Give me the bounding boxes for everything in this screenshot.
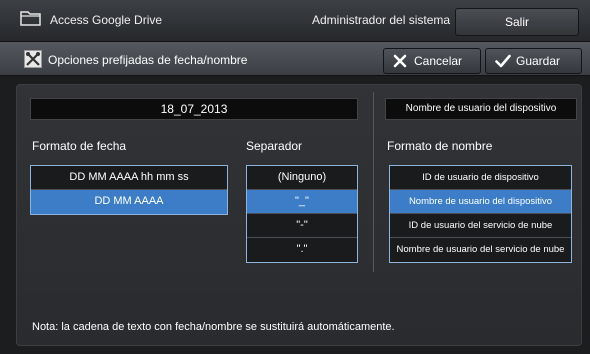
- date-format-label: Formato de fecha: [32, 139, 127, 153]
- note-text: Nota: la cadena de texto con fecha/nombr…: [32, 321, 395, 333]
- close-icon: [393, 54, 407, 68]
- name-format-option[interactable]: Nombre de usuario del servicio de nube: [390, 238, 571, 262]
- name-format-list: ID de usuario de dispositivo Nombre de u…: [389, 165, 572, 263]
- page-title: Opciones prefijadas de fecha/nombre: [48, 53, 248, 67]
- save-button[interactable]: Guardar: [485, 48, 582, 74]
- cancel-label: Cancelar: [414, 54, 463, 68]
- separator-label: Separador: [246, 139, 303, 153]
- top-bar: Access Google Drive Administrador del si…: [0, 0, 590, 42]
- separator-option[interactable]: "_": [247, 190, 357, 214]
- name-format-label: Formato de nombre: [387, 139, 493, 153]
- name-format-option[interactable]: ID de usuario del servicio de nube: [390, 214, 571, 238]
- separator-list: (Ninguno) "_" "-" ".": [246, 165, 358, 263]
- cancel-button[interactable]: Cancelar: [383, 48, 481, 74]
- separator-option[interactable]: "-": [247, 214, 357, 238]
- user-label: Administrador del sistema: [312, 13, 451, 27]
- date-format-option[interactable]: DD MM AAAA: [31, 190, 227, 214]
- folder-icon: [20, 11, 41, 26]
- save-label: Guardar: [516, 54, 561, 68]
- column-divider: [373, 92, 374, 272]
- date-preview: 18_07_2013: [30, 98, 358, 120]
- separator-option[interactable]: ".": [247, 238, 357, 262]
- logout-button[interactable]: Salir: [455, 8, 579, 36]
- separator-option[interactable]: (Ninguno): [247, 166, 357, 190]
- app-title: Access Google Drive: [50, 13, 163, 27]
- checkmark-icon: [495, 54, 511, 68]
- settings-tools-icon: [24, 50, 42, 68]
- name-format-option[interactable]: Nombre de usuario del dispositivo: [390, 190, 571, 214]
- name-format-option[interactable]: ID de usuario de dispositivo: [390, 166, 571, 190]
- date-format-list: DD MM AAAA hh mm ss DD MM AAAA: [30, 165, 228, 215]
- date-format-option[interactable]: DD MM AAAA hh mm ss: [31, 166, 227, 190]
- name-preview: Nombre de usuario del dispositivo: [385, 98, 577, 120]
